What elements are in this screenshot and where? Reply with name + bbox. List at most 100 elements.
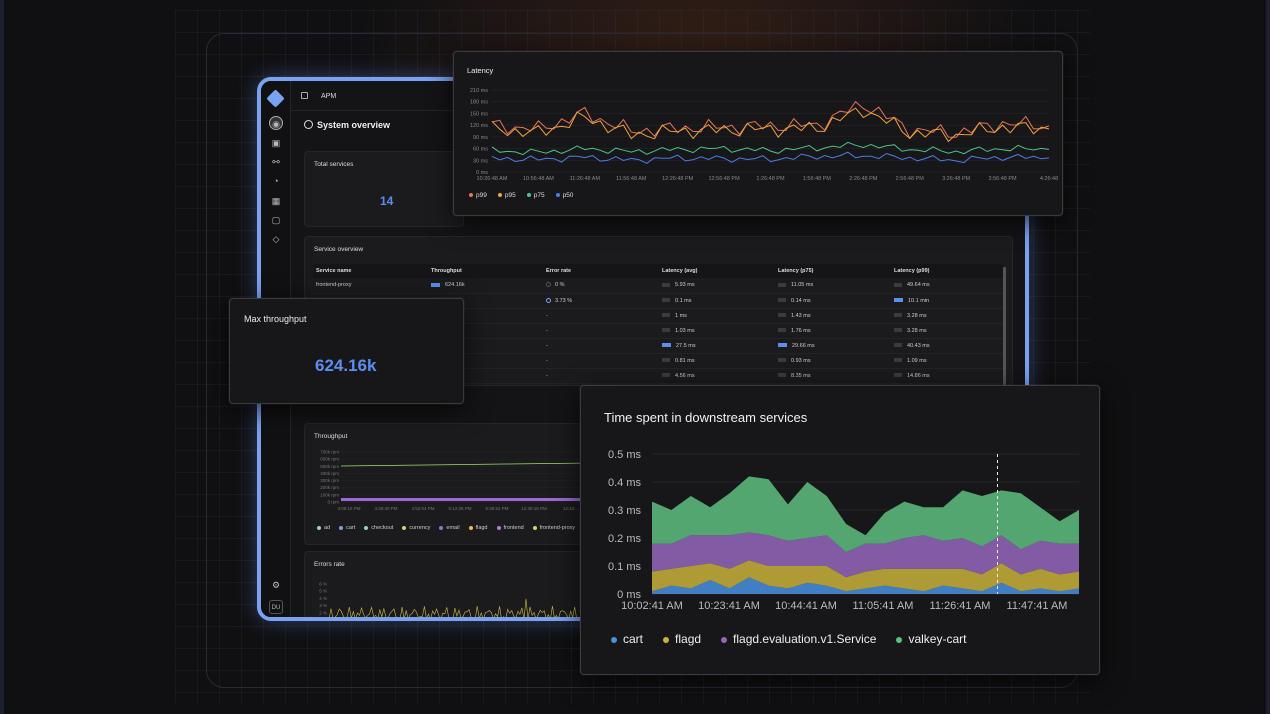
throughput-series-low: [341, 498, 593, 501]
max-throughput-value: 624.16k: [315, 356, 377, 375]
legend-item[interactable]: ad: [317, 525, 330, 531]
shield-icon[interactable]: ◇: [269, 232, 283, 246]
legend-item[interactable]: email: [439, 525, 460, 531]
latency-series-p99: [491, 100, 1050, 140]
latency-avg-value: 27.5 ms: [676, 342, 696, 349]
total-services-card: Total services 14: [304, 151, 464, 227]
latency-bar: [662, 313, 670, 318]
latency-avg-cell: 1 ms: [659, 308, 775, 324]
throughput-x-tick: 4:52:04 PM: [411, 506, 434, 511]
throughput-x-tick: 4:28:40 PM: [374, 506, 397, 511]
latency-x-tick: 10:56:48 AM: [523, 176, 554, 182]
legend-item[interactable]: p95: [497, 192, 516, 199]
latency-bar: [662, 298, 670, 303]
legend-item[interactable]: flagd: [663, 632, 701, 646]
legend-item[interactable]: frontend-proxy: [532, 525, 576, 531]
legend-label: p99: [476, 192, 487, 199]
errors-rate-card: Errors rate 6 % 5 % 4 % 3 % 2 % 1 %: [304, 551, 594, 617]
col-header-2[interactable]: Error rate: [543, 264, 659, 278]
latency-bar: [778, 313, 786, 318]
legend-dot-icon: [532, 525, 537, 530]
latency-y-tick: 90 ms: [473, 135, 488, 141]
legend-label: checkout: [371, 525, 394, 531]
errors-rate-chart: 6 % 5 % 4 % 3 % 2 % 1 %: [319, 582, 594, 617]
legend-item[interactable]: flagd: [468, 525, 488, 531]
legend-item[interactable]: p75: [526, 192, 545, 199]
latency-p99-cell: 10.1 min: [891, 293, 1003, 309]
downstream-x-tick: 10:02:41 AM: [621, 600, 683, 612]
col-header-4[interactable]: Latency (p75): [775, 264, 891, 278]
latency-y-tick: 180 ms: [470, 100, 488, 106]
service-name-cell[interactable]: frontend-proxy: [313, 278, 428, 294]
latency-p99-value: 1.09 ms: [907, 357, 927, 364]
downstream-chart: 0.5 ms0.4 ms0.3 ms0.2 ms0.1 ms0 ms10:02:…: [608, 449, 1079, 612]
latency-p75-cell: 29.66 ms: [775, 338, 891, 354]
latency-p99-cell: 3.28 ms: [891, 323, 1003, 339]
total-services-label: Total services: [314, 161, 354, 168]
avatar[interactable]: DU: [269, 600, 283, 614]
error-rate-value: -: [546, 312, 548, 319]
errors-y-tick: 4 %: [319, 596, 327, 601]
legend-item[interactable]: p99: [469, 192, 487, 199]
latency-chart: 210 ms180 ms150 ms120 ms90 ms60 ms30 ms0…: [470, 88, 1058, 182]
grid-icon[interactable]: ▦: [269, 194, 283, 208]
legend-label: frontend: [503, 525, 524, 531]
settings-icon[interactable]: ⚙: [269, 578, 283, 592]
table-scrollbar[interactable]: [1003, 267, 1006, 385]
col-header-0[interactable]: Service name: [313, 264, 428, 278]
total-services-value: 14: [380, 194, 394, 208]
throughput-x-tick: 12:42:...: [563, 506, 579, 511]
latency-p75-value: 8.35 ms: [791, 372, 811, 379]
legend-dot-icon: [721, 636, 728, 643]
bell-icon[interactable]: ◔: [269, 174, 283, 188]
latency-p99-cell: 49.64 ms: [891, 278, 1003, 294]
latency-bar: [894, 313, 902, 318]
downstream-y-tick: 0.5 ms: [608, 449, 642, 461]
latency-x-tick: 10:26:48 AM: [477, 176, 508, 182]
error-rate-value: -: [546, 327, 548, 334]
errors-y-tick: 2 %: [319, 610, 327, 615]
latency-p75-value: 29.66 ms: [792, 342, 815, 349]
legend-item[interactable]: cart: [611, 632, 643, 646]
legend-dot-icon: [611, 636, 617, 643]
legend-dot-icon: [663, 636, 670, 643]
layers-icon[interactable]: ▣: [269, 136, 283, 150]
throughput-x-tick: 12:36:16 PM: [521, 506, 547, 511]
latency-x-tick: 12:26:48 PM: [662, 176, 694, 182]
panel-toggle-icon[interactable]: [301, 92, 308, 99]
legend-item[interactable]: flagd.evaluation.v1.Service: [721, 632, 876, 646]
right-edge: [1266, 0, 1270, 714]
latency-bar: [894, 373, 902, 378]
errors-y-tick: 6 %: [319, 582, 327, 587]
legend-item[interactable]: p50: [555, 192, 573, 199]
legend-item[interactable]: valkey-cart: [896, 632, 966, 646]
error-rate-cell: -: [543, 323, 659, 339]
downstream-x-tick: 10:23:41 AM: [698, 600, 760, 612]
legend-dot-icon: [896, 636, 903, 643]
legend-dot-icon: [339, 525, 344, 530]
latency-p99-value: 40.43 ms: [907, 342, 930, 349]
box-icon[interactable]: ▢: [269, 213, 283, 227]
col-header-3[interactable]: Latency (avg): [659, 264, 775, 278]
latency-x-tick: 1:26:48 PM: [756, 176, 785, 182]
throughput-y-tick: 100k rpm: [320, 492, 339, 497]
latency-bar: [778, 373, 786, 378]
latency-p75-value: 0.93 ms: [791, 357, 811, 364]
col-header-5[interactable]: Latency (p99): [891, 264, 1003, 278]
legend-item[interactable]: checkout: [364, 525, 393, 531]
dashboard-icon[interactable]: ◉: [269, 116, 283, 130]
legend-item[interactable]: frontend: [496, 525, 524, 531]
latency-title: Latency: [467, 66, 494, 75]
legend-item[interactable]: currency: [402, 525, 430, 531]
error-rate-cell: -: [543, 368, 659, 384]
legend-dot-icon: [497, 193, 502, 198]
latency-p99-value: 49.64 ms: [907, 282, 930, 289]
legend-label: frontend-proxy: [539, 525, 576, 531]
table-row[interactable]: frontend-proxy 624.16k 0 % 5.93 ms 11.05 ms 4…: [313, 278, 1003, 294]
nodes-icon[interactable]: ⚯: [269, 155, 283, 169]
legend-item[interactable]: cart: [339, 525, 355, 531]
downstream-title: Time spent in downstream services: [604, 410, 808, 425]
page-title: System overview: [317, 120, 391, 130]
throughput-card: Throughput 700k rpm 600k rpm 500k rpm 400k …: [304, 423, 594, 545]
col-header-1[interactable]: Throughput: [428, 264, 543, 278]
